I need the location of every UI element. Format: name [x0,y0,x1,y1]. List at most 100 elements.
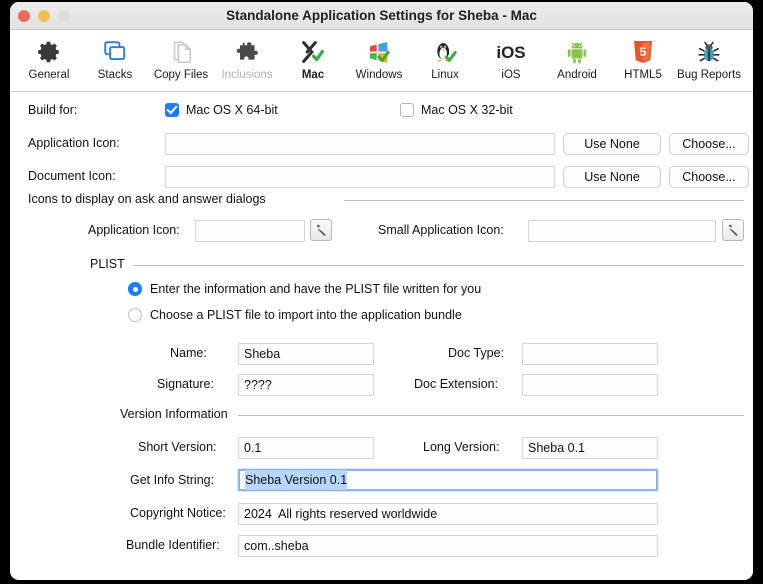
toolbar-item-label: Android [557,69,597,81]
toolbar-item-stacks[interactable]: Stacks [82,34,148,81]
get-info-string-selected-text: Sheba Version 0.1 [245,470,348,490]
radio-indicator [128,282,142,296]
dialog-application-icon-input[interactable] [195,220,305,242]
toolbar-item-copy-files[interactable]: Copy Files [148,34,214,81]
toolbar-item-label: iOS [501,69,521,81]
windows-icon [346,36,412,68]
toolbar-item-general[interactable]: General [16,34,82,81]
long-version-label-row: Long Version: [423,440,499,454]
radio-indicator [128,308,142,322]
document-icon-label: Document Icon: [28,169,116,183]
dialog-application-icon-label-row: Application Icon: [88,223,180,237]
toolbar-item-inclusions[interactable]: Inclusions [214,34,280,81]
toolbar-item-label: Copy Files [153,69,209,81]
name-input[interactable] [238,343,374,365]
small-application-icon-label: Small Application Icon: [378,223,504,237]
small-application-icon-input[interactable] [528,220,716,242]
long-version-input[interactable] [522,437,658,459]
mac-settings-panel: Build for: Mac OS X 64-bit Mac OS X 32-b… [10,92,753,579]
bundle-identifier-label-row: Bundle Identifier: [126,538,220,552]
html5-icon: 5 [610,36,676,68]
svg-text:iOS: iOS [496,43,525,62]
dialog-icons-section-label-row: Icons to display on ask and answer dialo… [28,192,266,206]
android-icon [544,36,610,68]
toolbar-item-label: Stacks [97,69,133,81]
toolbar-item-ios[interactable]: iOS iOS [478,34,544,81]
toolbar-item-label: Windows [355,69,403,81]
version-info-section-label-row: Version Information [120,407,228,421]
toolbar-item-label: Linux [431,69,459,81]
radio-label: Enter the information and have the PLIST… [150,282,482,296]
version-info-divider [238,415,744,416]
minimize-button[interactable] [38,10,50,22]
document-icon-input[interactable] [165,166,555,188]
get-info-string-label-row: Get Info String: [130,473,214,487]
puzzle-icon [214,36,280,68]
application-icon-choose-button[interactable]: Choose... [669,133,749,155]
signature-label: Signature: [157,377,214,391]
document-icon-use-none-button[interactable]: Use None [563,166,661,188]
zoom-button[interactable] [58,10,70,22]
version-info-section-label: Version Information [120,407,228,421]
copy-files-icon [148,36,214,68]
plist-option-write[interactable]: Enter the information and have the PLIST… [128,282,481,296]
get-info-string-input[interactable]: Sheba Version 0.1 [238,469,658,491]
magic-wand-icon [728,224,738,237]
document-icon-choose-button[interactable]: Choose... [669,166,749,188]
mac-x-icon [280,36,346,68]
document-icon-label-row: Document Icon: [28,169,116,183]
toolbar-item-linux[interactable]: Linux [412,34,478,81]
long-version-label: Long Version: [423,440,500,454]
doc-extension-input[interactable] [522,374,658,396]
doc-type-input[interactable] [522,343,658,365]
toolbar-item-windows[interactable]: Windows [346,34,412,81]
toolbar-item-label: Mac [301,69,325,81]
get-info-string-label: Get Info String: [130,473,215,487]
checkbox-indicator [165,103,179,117]
toolbar-item-label: Inclusions [221,69,273,81]
plist-divider [133,265,744,266]
toolbar-item-label: Bug Reports [677,69,741,81]
checkbox-label: Mac OS X 64-bit [186,103,278,117]
small-application-icon-label-row: Small Application Icon: [378,223,504,237]
application-icon-input[interactable] [165,133,555,155]
build-for-row: Build for: [28,103,77,117]
close-button[interactable] [18,10,30,22]
copyright-notice-input[interactable] [238,503,658,525]
doc-type-label: Doc Type: [448,346,505,360]
traffic-light-group [18,10,70,22]
short-version-label: Short Version: [138,440,217,454]
toolbar: General Stacks Copy Files Inclusions Mac… [10,30,753,92]
toolbar-item-mac[interactable]: Mac [280,34,346,81]
copyright-notice-label-row: Copyright Notice: [130,506,226,520]
build-for-32bit-checkbox[interactable]: Mac OS X 32-bit [400,103,513,117]
build-for-64bit-checkbox[interactable]: Mac OS X 64-bit [165,103,278,117]
doc-type-label-row: Doc Type: [448,346,504,360]
application-icon-label: Application Icon: [28,136,120,150]
short-version-input[interactable] [238,437,374,459]
toolbar-item-android[interactable]: Android [544,34,610,81]
title-bar: Standalone Application Settings for Sheb… [10,2,753,30]
bug-icon [676,36,742,68]
plist-section-label: PLIST [90,257,125,271]
signature-input[interactable] [238,374,374,396]
ios-icon: iOS [478,36,544,68]
plist-option-import[interactable]: Choose a PLIST file to import into the a… [128,308,462,322]
plist-section-label-row: PLIST [90,257,125,271]
toolbar-item-label: HTML5 [624,69,662,81]
build-for-label: Build for: [28,103,78,117]
application-icon-use-none-button[interactable]: Use None [563,133,661,155]
svg-text:5: 5 [640,45,647,59]
small-application-icon-wand-button[interactable] [722,219,744,241]
dialog-application-icon-wand-button[interactable] [310,219,332,241]
gear-icon [16,36,82,68]
short-version-label-row: Short Version: [138,440,217,454]
settings-window: Standalone Application Settings for Sheb… [10,2,753,580]
toolbar-item-bug-reports[interactable]: Bug Reports [676,34,742,81]
bundle-identifier-input[interactable] [238,535,658,557]
signature-label-row: Signature: [157,377,214,391]
window-title: Standalone Application Settings for Sheb… [226,8,537,23]
toolbar-item-html5[interactable]: 5 HTML5 [610,34,676,81]
stacks-icon [82,36,148,68]
magic-wand-icon [316,224,326,237]
